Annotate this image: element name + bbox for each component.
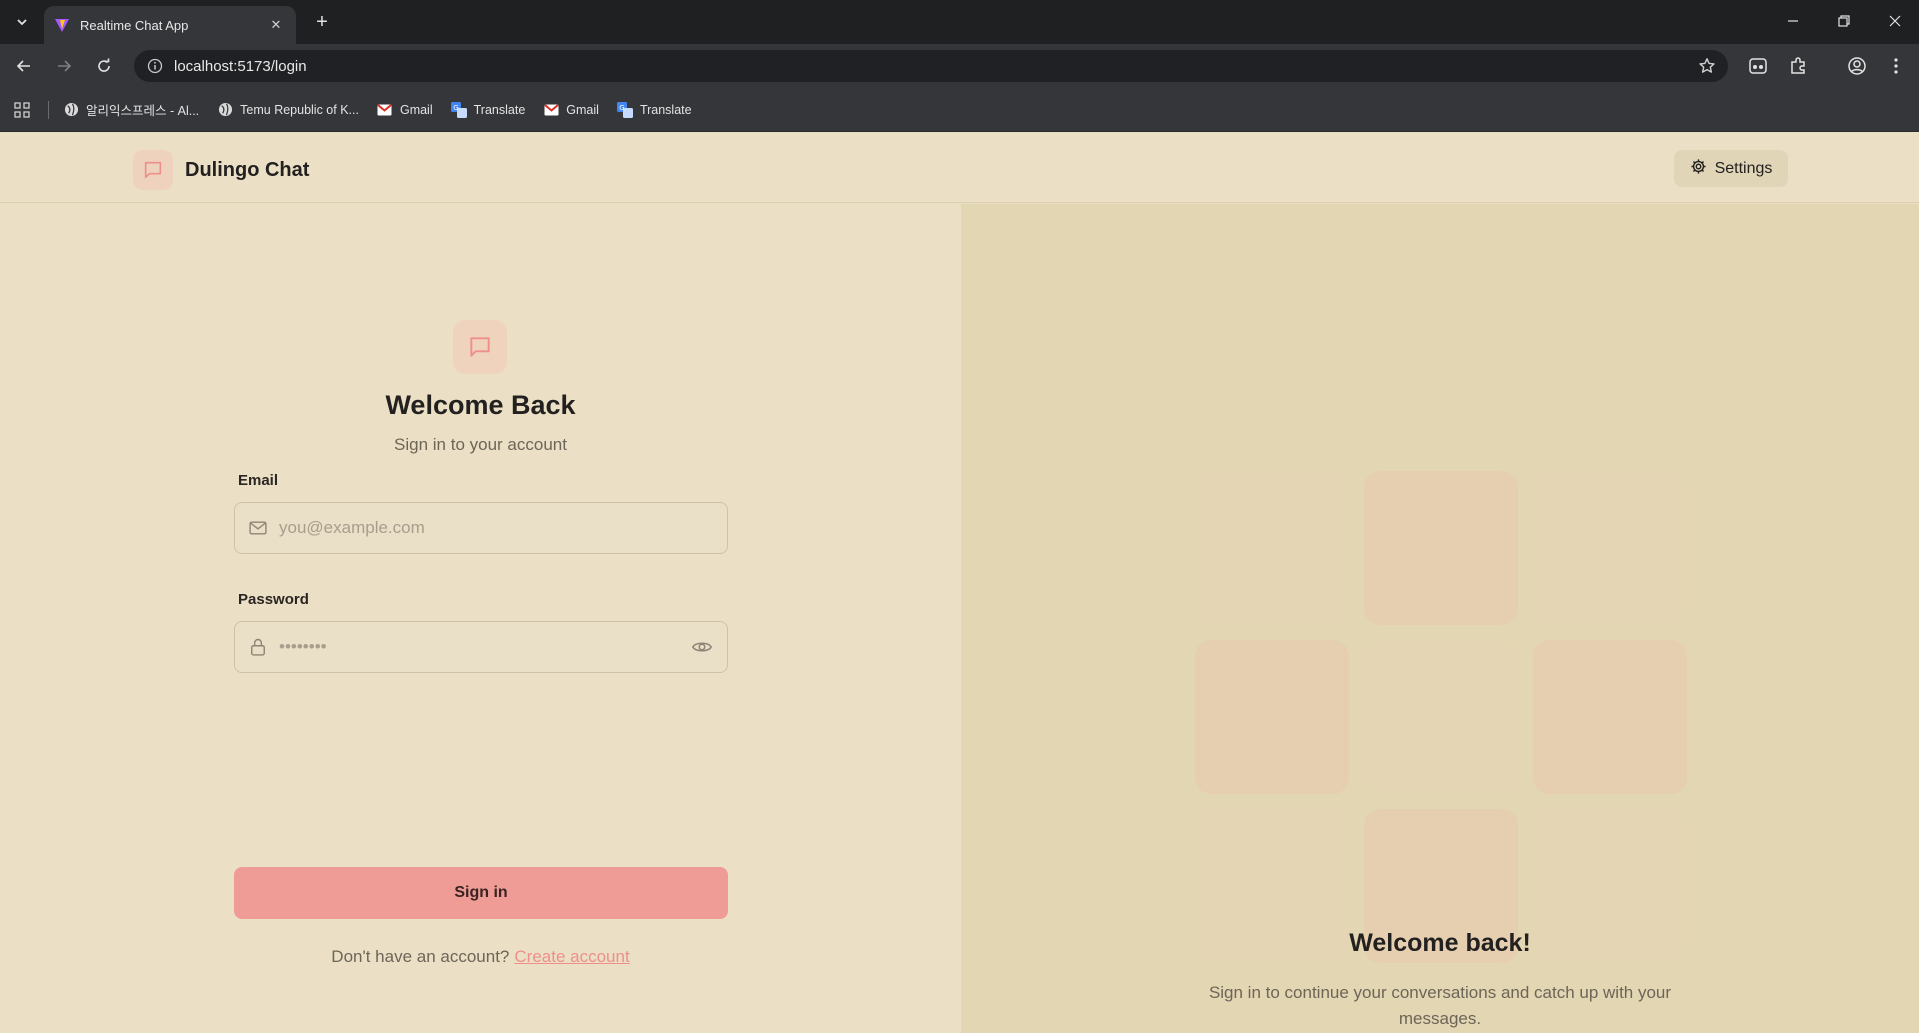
url-text: localhost:5173/login <box>174 57 307 75</box>
bookmark-gmail[interactable]: Gmail <box>377 102 433 118</box>
email-label: Email <box>238 472 279 489</box>
profile-icon[interactable] <box>1845 54 1869 78</box>
settings-button[interactable]: Settings <box>1674 150 1788 187</box>
signup-prompt: Don't have an account? <box>331 947 510 966</box>
translate-icon: G <box>616 101 633 118</box>
bookmark-translate-2[interactable]: G Translate <box>616 101 692 118</box>
bookmarks-bar: 알리익스프레스 - Al... Temu Republic of K... Gm… <box>0 88 1919 132</box>
tab-search-chevron-icon[interactable] <box>10 10 34 34</box>
svg-text:G: G <box>619 104 624 112</box>
browser-tabbar: Realtime Chat App ✕ + <box>0 0 1919 44</box>
back-icon[interactable] <box>12 54 36 78</box>
browser-toolbar: localhost:5173/login <box>0 44 1919 88</box>
bookmark-translate[interactable]: G Translate <box>450 101 525 118</box>
sign-in-button[interactable]: Sign in <box>234 867 728 919</box>
app-header: Dulingo Chat Settings <box>0 133 1919 203</box>
password-field[interactable] <box>234 621 728 673</box>
svg-text:G: G <box>453 104 458 112</box>
create-account-link[interactable]: Create account <box>514 947 629 966</box>
decor-tile <box>1533 640 1687 794</box>
bookmark-gmail-2[interactable]: Gmail <box>543 102 599 118</box>
gmail-icon <box>543 102 559 118</box>
reload-icon[interactable] <box>92 54 116 78</box>
brand-name: Dulingo Chat <box>185 158 310 181</box>
bookmark-temu[interactable]: Temu Republic of K... <box>217 102 359 118</box>
mail-icon <box>247 517 269 539</box>
extension-glasses-icon[interactable] <box>1746 54 1770 78</box>
lock-icon <box>247 636 269 658</box>
side-panel-title: Welcome back! <box>1349 929 1531 957</box>
tab-title: Realtime Chat App <box>80 17 189 33</box>
gmail-icon <box>377 102 393 118</box>
decor-tile <box>1195 471 1349 625</box>
bookmarks-separator <box>48 100 49 119</box>
vite-favicon-icon <box>54 17 70 33</box>
bookmark-aliexpress[interactable]: 알리익스프레스 - Al... <box>63 100 199 119</box>
email-input[interactable] <box>279 503 727 553</box>
restore-icon[interactable] <box>1829 8 1859 34</box>
site-info-icon[interactable] <box>146 57 164 75</box>
password-label: Password <box>238 591 309 608</box>
bookmark-star-icon[interactable] <box>1698 57 1716 80</box>
globe-icon <box>63 102 79 118</box>
show-password-eye-icon[interactable] <box>689 634 715 660</box>
forward-icon[interactable] <box>52 54 76 78</box>
app-root: Dulingo Chat Settings Welcome Back Sign … <box>0 133 1919 1033</box>
brand[interactable]: Dulingo Chat <box>133 150 309 190</box>
browser-tab[interactable]: Realtime Chat App ✕ <box>44 6 296 44</box>
close-window-icon[interactable] <box>1880 8 1910 34</box>
chat-bubble-icon <box>453 320 507 374</box>
gear-icon <box>1690 158 1707 180</box>
extensions-puzzle-icon[interactable] <box>1786 54 1810 78</box>
email-field[interactable] <box>234 502 728 554</box>
decor-tile <box>1364 471 1518 625</box>
signup-line: Don't have an account? Create account <box>0 947 961 967</box>
side-panel-text: Sign in to continue your conversations a… <box>1208 983 1672 1028</box>
address-bar[interactable]: localhost:5173/login <box>134 50 1728 82</box>
globe-icon <box>217 102 233 118</box>
decor-tile <box>1533 471 1687 625</box>
decor-tile <box>1195 640 1349 794</box>
chat-bubble-icon <box>133 150 173 190</box>
apps-grid-icon[interactable] <box>12 100 32 120</box>
tab-close-icon[interactable]: ✕ <box>266 15 286 35</box>
settings-label: Settings <box>1714 159 1773 177</box>
decor-tile <box>1364 640 1518 794</box>
browser-menu-icon[interactable] <box>1884 54 1908 78</box>
translate-icon: G <box>450 101 467 118</box>
login-subtitle: Sign in to your account <box>394 435 567 454</box>
new-tab-icon[interactable]: + <box>310 10 334 34</box>
login-title: Welcome Back <box>385 390 576 420</box>
password-input[interactable] <box>279 622 689 672</box>
minimize-icon[interactable] <box>1778 8 1808 34</box>
login-pane: Welcome Back Sign in to your account Ema… <box>0 204 961 1033</box>
